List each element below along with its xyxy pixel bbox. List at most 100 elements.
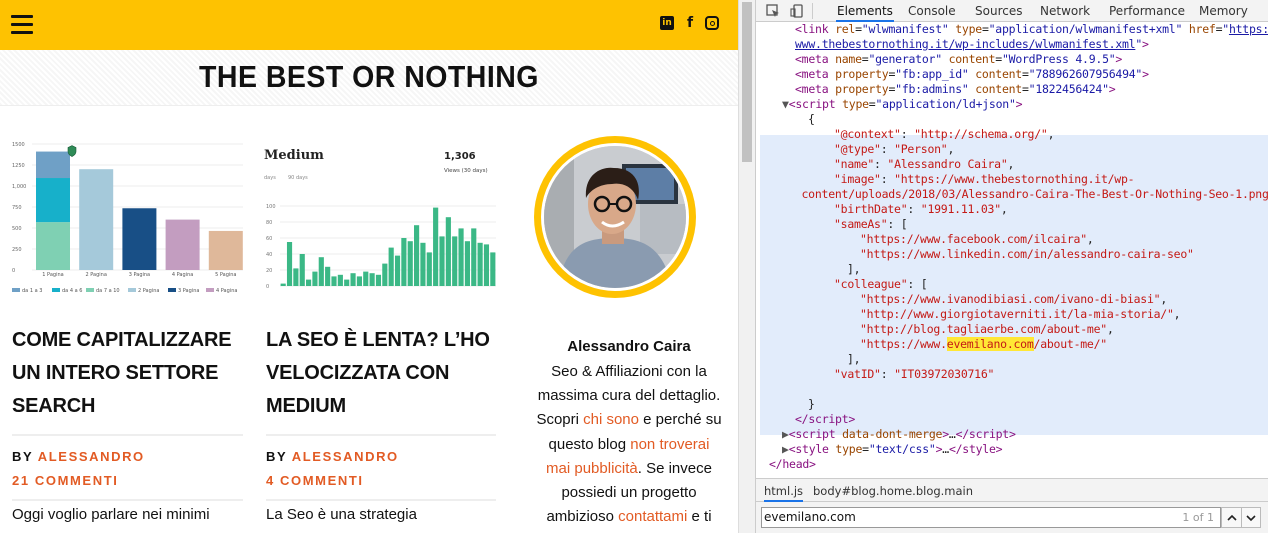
- post-title-2[interactable]: LA SEO È LENTA? L’HO VELOCIZZATA CON MED…: [266, 324, 498, 423]
- post-thumbnail-1[interactable]: 1500 1250 1,000 750 500 250 0 1 Pagina 2 Pagina 3…: [10, 138, 243, 298]
- bar: [369, 273, 375, 286]
- instagram-icon[interactable]: [705, 16, 719, 30]
- bar: [420, 242, 426, 286]
- dom-node-line[interactable]: </script>: [756, 412, 1268, 427]
- legend-swatch: [168, 288, 176, 292]
- page-scrollbar[interactable]: [738, 0, 755, 533]
- dom-node-line[interactable]: "https://www.linkedin.com/in/alessandro-…: [756, 247, 1268, 262]
- comments-link[interactable]: 4 COMMENTI: [266, 473, 364, 488]
- bar: [483, 244, 490, 286]
- find-prev-button[interactable]: [1221, 507, 1241, 528]
- dom-node-line[interactable]: ],: [756, 262, 1268, 277]
- byline-prefix: BY: [12, 449, 34, 464]
- dom-node-line[interactable]: <meta name="generator" content="WordPres…: [756, 52, 1268, 67]
- dom-node-line[interactable]: ▼<script type="application/ld+json">: [756, 97, 1268, 112]
- menu-icon[interactable]: [11, 15, 33, 34]
- dom-node-line[interactable]: "https://www.ivanodibiasi.com/ivano-di-b…: [756, 292, 1268, 307]
- device-toolbar-icon[interactable]: [789, 3, 805, 19]
- inspect-element-icon[interactable]: [765, 3, 781, 19]
- bio-link[interactable]: non troverai: [630, 436, 709, 453]
- bio-text: . Se invece: [637, 459, 712, 477]
- bio-line: mai pubblicità. Se invece: [524, 457, 734, 481]
- find-input[interactable]: evemilano.com 1 of 1: [761, 507, 1221, 528]
- legend-label: 2 Pagina: [138, 288, 159, 294]
- author-link[interactable]: ALESSANDRO: [38, 449, 145, 464]
- author-link[interactable]: ALESSANDRO: [292, 449, 399, 464]
- breadcrumb-html[interactable]: html.js: [764, 484, 804, 502]
- bio-link[interactable]: chi sono: [583, 411, 639, 428]
- post-thumbnail-2[interactable]: Medium 1,306 Views (30 days) days 90 days 100…: [264, 138, 496, 298]
- dom-node-line[interactable]: "http://www.giorgiotaverniti.it/la-mia-s…: [756, 307, 1268, 322]
- comments-link[interactable]: 21 COMMENTI: [12, 473, 118, 488]
- dom-node-line[interactable]: "name": "Alessandro Caira",: [756, 157, 1268, 172]
- site-title[interactable]: THE BEST OR NOTHING: [30, 59, 709, 95]
- bar: [426, 252, 432, 286]
- y-tick-label: 0: [266, 284, 269, 290]
- dom-node-line[interactable]: "https://www.facebook.com/ilcaira",: [756, 232, 1268, 247]
- bio-line: possiedi un progetto: [524, 481, 734, 505]
- bar: [433, 207, 439, 286]
- dom-node-line[interactable]: content/uploads/2018/03/Alessandro-Caira…: [756, 187, 1268, 202]
- tab-elements[interactable]: Elements: [836, 0, 894, 22]
- elements-tree[interactable]: <link rel="wlwmanifest" type="applicatio…: [756, 22, 1268, 478]
- dom-node-line[interactable]: <link rel="wlwmanifest" type="applicatio…: [756, 22, 1268, 37]
- dom-node-line[interactable]: }: [756, 397, 1268, 412]
- dom-node-line[interactable]: ▶<style type="text/css">…</style>: [756, 442, 1268, 457]
- bar: [337, 274, 343, 286]
- author-bio: Seo & Affiliazioni con la massima cura de…: [524, 360, 734, 529]
- toolbar-separator: [812, 3, 813, 19]
- y-tick-label: 40: [266, 252, 272, 258]
- dom-node-line[interactable]: ],: [756, 352, 1268, 367]
- bio-line: Seo & Affiliazioni con la: [524, 360, 734, 384]
- dom-node-line[interactable]: "@context": "http://schema.org/",: [756, 127, 1268, 142]
- legend-label: da 7 a 10: [96, 288, 120, 294]
- post-title-line[interactable]: VELOCIZZATA CON: [266, 357, 498, 390]
- dom-node-line[interactable]: "birthDate": "1991.11.03",: [756, 202, 1268, 217]
- post-title-1[interactable]: COME CAPITALIZZARE UN INTERO SETTORE SEA…: [12, 324, 244, 423]
- tab-sources[interactable]: Sources: [974, 0, 1023, 22]
- bar: [407, 241, 413, 286]
- bar: [293, 268, 299, 286]
- tab-performance[interactable]: Performance: [1108, 0, 1186, 22]
- dom-node-line[interactable]: {: [756, 112, 1268, 127]
- dom-node-line[interactable]: [756, 382, 1268, 397]
- breadcrumb-body[interactable]: body#blog.home.blog.main: [813, 484, 973, 498]
- tab-console[interactable]: Console: [907, 0, 957, 22]
- bar: [318, 257, 324, 286]
- post-title-line[interactable]: COME CAPITALIZZARE: [12, 324, 244, 357]
- bio-link[interactable]: contattami: [618, 508, 687, 525]
- find-query: evemilano.com: [764, 510, 856, 524]
- bio-text: Scopri: [536, 411, 584, 429]
- dom-node-line[interactable]: <meta property="fb:admins" content="1822…: [756, 82, 1268, 97]
- dom-node-line[interactable]: www.thebestornothing.it/wp-includes/wlwm…: [756, 37, 1268, 52]
- dom-node-line[interactable]: </head>: [756, 457, 1268, 472]
- dom-node-line[interactable]: "@type": "Person",: [756, 142, 1268, 157]
- x-tick-label: 1 Pagina: [42, 272, 63, 278]
- scrollbar-thumb[interactable]: [742, 2, 752, 162]
- post-title-line[interactable]: MEDIUM: [266, 390, 498, 423]
- facebook-icon[interactable]: f: [683, 15, 697, 31]
- find-next-button[interactable]: [1241, 507, 1261, 528]
- post-title-line[interactable]: SEARCH: [12, 390, 244, 423]
- dom-node-line[interactable]: "vatID": "IT03972030716": [756, 367, 1268, 382]
- y-tick-label: 1500: [12, 142, 25, 148]
- dom-node-line[interactable]: "https://www.evemilano.com/about-me/": [756, 337, 1268, 352]
- dom-node-line[interactable]: <meta property="fb:app_id" content="7889…: [756, 67, 1268, 82]
- bio-link[interactable]: mai pubblicità: [546, 460, 638, 477]
- post-excerpt-1: Oggi voglio parlare nei minimi: [12, 506, 210, 523]
- author-photo: [544, 146, 686, 288]
- views-label: Views (30 days): [444, 168, 488, 174]
- post-title-line[interactable]: UN INTERO SETTORE: [12, 357, 244, 390]
- bio-text: questo blog: [548, 435, 631, 453]
- post-title-line[interactable]: LA SEO È LENTA? L’HO: [266, 324, 498, 357]
- dom-node-line[interactable]: "sameAs": [: [756, 217, 1268, 232]
- tab-memory[interactable]: Memory: [1198, 0, 1249, 22]
- tab-network[interactable]: Network: [1039, 0, 1091, 22]
- dom-node-line[interactable]: "colleague": [: [756, 277, 1268, 292]
- linkedin-icon[interactable]: in: [660, 16, 674, 30]
- y-tick-label: 80: [266, 220, 272, 226]
- dom-node-line[interactable]: "http://blog.tagliaerbe.com/about-me",: [756, 322, 1268, 337]
- dom-node-line[interactable]: ▶<script data-dont-merge>…</script>: [756, 427, 1268, 442]
- dom-node-line[interactable]: "image": "https://www.thebestornothing.i…: [756, 172, 1268, 187]
- bar-segment: [79, 169, 114, 270]
